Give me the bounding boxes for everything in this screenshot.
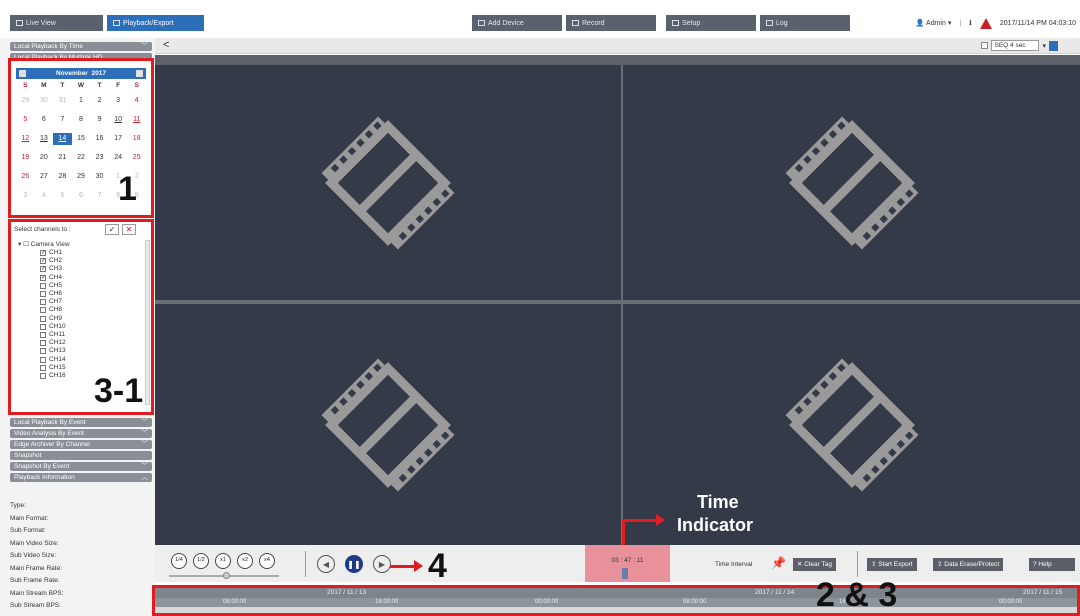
video-placeholder-icon xyxy=(785,358,918,491)
chevron-down-icon: ﹀ xyxy=(141,43,148,50)
info-field: Sub Video Size: xyxy=(10,552,57,559)
record-icon xyxy=(572,20,579,26)
top-navigation-bar: Live View Playback/Export Add Device Rec… xyxy=(0,0,1080,38)
datetime-display: 2017/11/14 PM 04:03:10 xyxy=(999,19,1076,27)
video-placeholder-icon xyxy=(321,358,455,491)
annotation-arrow xyxy=(622,519,658,522)
collapse-sidebar-button[interactable]: < xyxy=(163,39,169,51)
accordion-section[interactable]: Snapshot xyxy=(10,451,152,460)
accordion-section[interactable]: Snapshot By Event ﹀ xyxy=(10,462,152,471)
info-field: Main Format: xyxy=(10,514,49,522)
speed-slider[interactable] xyxy=(169,572,279,579)
info-field: Main Stream BPS: xyxy=(10,589,64,597)
annotation-label-1: 1 xyxy=(118,170,137,208)
chevron-down-icon: ﹀ xyxy=(141,463,148,470)
speed-button[interactable]: x2 xyxy=(237,553,253,569)
info-field: Main Frame Rate: xyxy=(10,564,63,572)
annotation-arrowhead xyxy=(656,514,665,526)
annotation-box-2-3 xyxy=(152,585,1080,616)
tab-record[interactable]: Record xyxy=(566,15,656,31)
speed-button[interactable]: 1/4 xyxy=(171,553,187,569)
video-grid xyxy=(155,55,1080,545)
info-field: Sub Format: xyxy=(10,527,46,534)
annotation-label-4: 4 xyxy=(428,547,447,585)
seq-checkbox[interactable] xyxy=(981,42,989,49)
video-tile-4[interactable] xyxy=(623,304,1080,545)
pin-icon[interactable]: 📌 xyxy=(771,556,786,570)
annotation-arrow-stem xyxy=(622,519,625,545)
tab-playback-export[interactable]: Playback/Export xyxy=(107,15,204,31)
clear-tag-button[interactable]: ✕ Clear Tag xyxy=(793,558,836,571)
speed-button[interactable]: x1 xyxy=(215,553,231,569)
help-button[interactable]: ? Help xyxy=(1029,558,1075,571)
start-export-button[interactable]: ⇪ Start Export xyxy=(867,558,917,571)
chevron-down-icon: ﹀ xyxy=(141,441,148,448)
annotation-label-2-3: 2 & 3 xyxy=(816,576,898,614)
accordion-section[interactable]: Video Analysis By Event ﹀ xyxy=(10,429,152,438)
video-placeholder-icon xyxy=(785,116,918,249)
accordion-local-playback-by-time[interactable]: Local Playback By Time ﹀ xyxy=(10,42,152,51)
chevron-down-icon: ﹀ xyxy=(141,430,148,437)
speed-button[interactable]: x4 xyxy=(259,553,275,569)
accordion-section[interactable]: Playback Information ︿ xyxy=(10,473,152,482)
playback-info: Type: Main Format: Sub Format: Main Video S… xyxy=(10,500,63,613)
video-tile-1[interactable] xyxy=(155,65,621,300)
annotation-arrow-4 xyxy=(390,565,416,568)
sequence-control: SEQ 4 sec ▾ xyxy=(981,40,1058,51)
add-device-icon xyxy=(478,20,485,26)
accordion-section[interactable]: Local Playback By Event ﹀ xyxy=(10,418,152,427)
video-tile-3[interactable] xyxy=(155,304,621,545)
video-placeholder-icon xyxy=(321,116,455,249)
seq-select[interactable]: SEQ 4 sec xyxy=(991,40,1040,51)
log-icon xyxy=(766,20,773,26)
step-forward-button[interactable]: ▶ xyxy=(373,555,391,573)
grid-top-strip xyxy=(155,55,1080,65)
tab-setup[interactable]: Setup xyxy=(666,15,756,31)
annotation-time-label: Time xyxy=(697,492,739,512)
pause-button[interactable]: ❚❚ xyxy=(345,555,363,573)
tab-live-view[interactable]: Live View xyxy=(10,15,103,31)
tab-add-device[interactable]: Add Device xyxy=(472,15,562,31)
chevron-down-icon: ﹀ xyxy=(141,419,148,426)
annotation-arrowhead-4 xyxy=(414,560,423,572)
warning-icon[interactable] xyxy=(979,17,992,29)
speed-button[interactable]: 1/2 xyxy=(193,553,209,569)
annotation-indicator-label: Indicator xyxy=(677,515,754,535)
info-icon[interactable]: ℹ xyxy=(969,19,972,27)
annotation-time-region xyxy=(583,544,653,584)
snapshot-icon[interactable] xyxy=(1049,40,1058,51)
data-erase-protect-button[interactable]: ⇪ Data Erase/Protect xyxy=(933,558,1004,571)
info-field: Type: xyxy=(10,502,26,509)
view-toolbar: < SEQ 4 sec ▾ xyxy=(155,38,1080,54)
chevron-up-icon: ︿ xyxy=(141,474,148,481)
tab-log[interactable]: Log xyxy=(760,15,850,31)
info-field: Main Video Size: xyxy=(10,539,59,547)
gear-icon xyxy=(672,20,679,26)
top-right-status: 👤 Admin ▾ | ℹ 2017/11/14 PM 04:03:10 xyxy=(915,17,1076,29)
annotation-label-3-1: 3-1 xyxy=(94,372,144,410)
video-tile-2[interactable] xyxy=(623,65,1080,300)
time-interval-label: Time Interval xyxy=(715,561,753,568)
info-field: Sub Stream BPS: xyxy=(10,602,61,609)
speed-slider-knob[interactable] xyxy=(223,572,230,579)
playback-icon xyxy=(113,20,120,26)
info-field: Sub Frame Rate: xyxy=(10,577,60,584)
accordion-section[interactable]: Edge Archiver By Channel ﹀ xyxy=(10,440,152,449)
step-back-button[interactable]: ◀ xyxy=(317,555,335,573)
grid-divider xyxy=(155,300,1080,304)
monitor-icon xyxy=(16,20,23,26)
user-menu[interactable]: 👤 Admin ▾ xyxy=(916,19,952,27)
